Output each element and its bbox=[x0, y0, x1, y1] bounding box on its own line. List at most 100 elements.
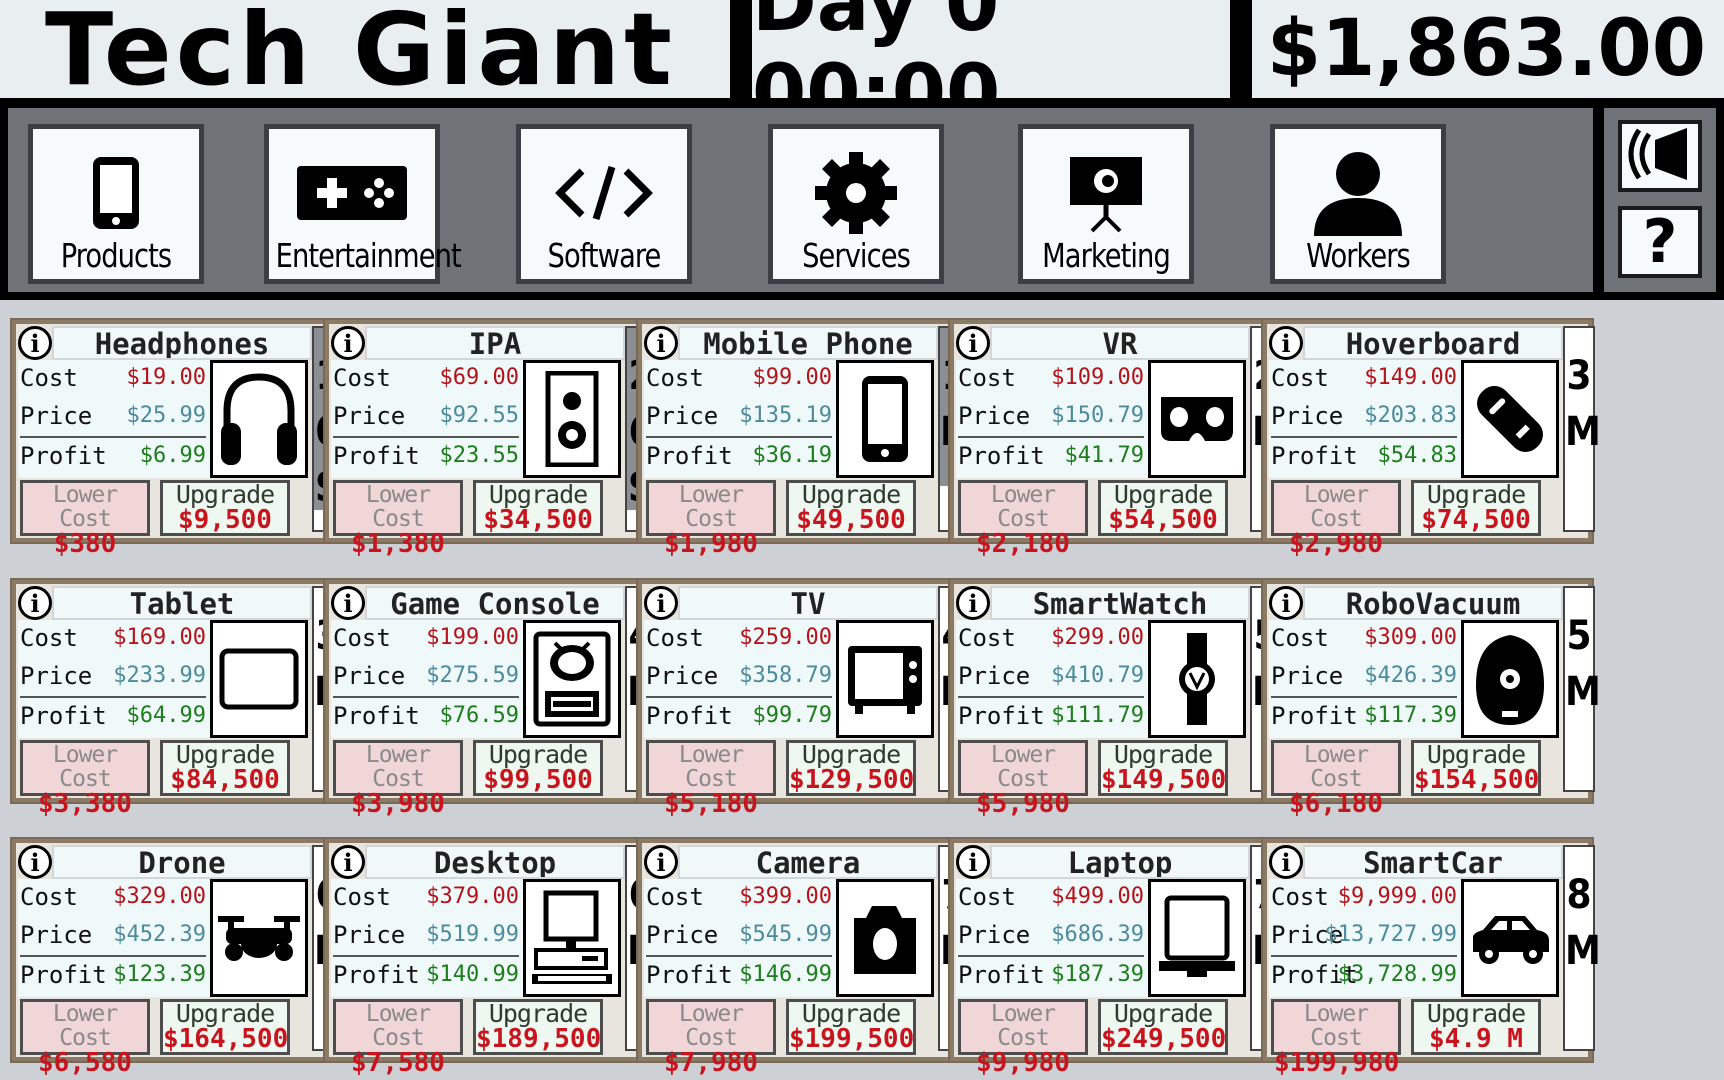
tablet-icon bbox=[210, 620, 308, 738]
info-button[interactable]: i bbox=[18, 326, 52, 360]
lower-cost-button[interactable]: Lower Cost $3,380 bbox=[20, 740, 150, 817]
product-stats: Cost $499.00 Price $686.39 Profit $187.39 bbox=[956, 879, 1148, 997]
price-value: $519.99 bbox=[426, 922, 519, 947]
upgrade-button[interactable]: Upgrade $4.9 M bbox=[1411, 999, 1541, 1055]
console-icon bbox=[523, 620, 621, 738]
cost-label: Cost bbox=[958, 624, 1016, 652]
info-button[interactable]: i bbox=[1269, 845, 1303, 879]
lower-cost-label: Lower Cost bbox=[678, 482, 744, 532]
price-label: Price bbox=[958, 662, 1031, 690]
info-button[interactable]: i bbox=[956, 586, 990, 620]
lower-cost-price: $1,980 bbox=[664, 529, 758, 559]
lower-cost-button[interactable]: Lower Cost $6,180 bbox=[1271, 740, 1401, 817]
upgrade-button[interactable]: Upgrade $129,500 bbox=[786, 740, 916, 796]
price-value: $150.79 bbox=[1051, 403, 1144, 428]
upgrade-button[interactable]: Upgrade $9,500 bbox=[160, 480, 290, 536]
lower-cost-button[interactable]: Lower Cost $380 bbox=[20, 480, 150, 557]
upgrade-button[interactable]: Upgrade $249,500 bbox=[1098, 999, 1228, 1055]
upgrade-button[interactable]: Upgrade $84,500 bbox=[160, 740, 290, 796]
upgrade-button[interactable]: Upgrade $74,500 bbox=[1411, 480, 1541, 536]
product-card: i TV Cost $259.00 Price $358.79 Profit $99.… bbox=[636, 578, 976, 817]
lower-cost-button[interactable]: Lower Cost $7,580 bbox=[333, 999, 463, 1076]
cost-value: $399.00 bbox=[739, 884, 832, 909]
lower-cost-button[interactable]: Lower Cost $6,580 bbox=[20, 999, 150, 1076]
lower-cost-label: Lower Cost bbox=[1303, 742, 1369, 792]
lower-cost-label: Lower Cost bbox=[1303, 1001, 1369, 1051]
price-label: Price bbox=[1271, 662, 1344, 690]
info-button[interactable]: i bbox=[644, 326, 678, 360]
lower-cost-price: $199,980 bbox=[1274, 1048, 1400, 1078]
lower-cost-button[interactable]: Lower Cost $5,980 bbox=[958, 740, 1088, 817]
upgrade-label: Upgrade bbox=[175, 480, 275, 509]
cost-label: Cost bbox=[646, 624, 704, 652]
production-timer: 3 M bbox=[1563, 326, 1601, 532]
lower-cost-button[interactable]: Lower Cost $5,180 bbox=[646, 740, 776, 817]
lower-cost-button[interactable]: Lower Cost $199,980 bbox=[1271, 999, 1401, 1076]
info-button[interactable]: i bbox=[1269, 586, 1303, 620]
profit-value: $99.79 bbox=[752, 703, 832, 728]
price-value: $358.79 bbox=[739, 663, 832, 688]
upgrade-button[interactable]: Upgrade $54,500 bbox=[1098, 480, 1228, 536]
info-button[interactable]: i bbox=[331, 326, 365, 360]
upgrade-price: $34,500 bbox=[483, 505, 593, 535]
upgrade-label: Upgrade bbox=[175, 999, 275, 1028]
upgrade-button[interactable]: Upgrade $49,500 bbox=[786, 480, 916, 536]
lower-cost-button[interactable]: Lower Cost $1,380 bbox=[333, 480, 463, 557]
info-button[interactable]: i bbox=[18, 586, 52, 620]
upgrade-button[interactable]: Upgrade $199,500 bbox=[786, 999, 916, 1055]
sound-button[interactable] bbox=[1618, 120, 1702, 192]
info-button[interactable]: i bbox=[1269, 326, 1303, 360]
info-button[interactable]: i bbox=[956, 845, 990, 879]
tab-workers[interactable]: Workers bbox=[1270, 124, 1446, 284]
product-name: Hoverboard bbox=[1303, 326, 1563, 360]
upgrade-button[interactable]: Upgrade $164,500 bbox=[160, 999, 290, 1055]
cost-label: Cost bbox=[646, 364, 704, 392]
cost-label: Cost bbox=[1271, 883, 1329, 911]
tab-marketing[interactable]: Marketing bbox=[1018, 124, 1194, 284]
upgrade-label: Upgrade bbox=[1113, 740, 1213, 769]
info-button[interactable]: i bbox=[18, 845, 52, 879]
lower-cost-button[interactable]: Lower Cost $1,980 bbox=[646, 480, 776, 557]
tab-entertainment[interactable]: Entertainment bbox=[264, 124, 462, 284]
info-button[interactable]: i bbox=[644, 586, 678, 620]
price-value: $426.39 bbox=[1364, 663, 1457, 688]
upgrade-button[interactable]: Upgrade $99,500 bbox=[473, 740, 603, 796]
tv-icon bbox=[836, 620, 934, 738]
info-button[interactable]: i bbox=[956, 326, 990, 360]
lower-cost-label: Lower Cost bbox=[365, 742, 431, 792]
lower-cost-price: $2,180 bbox=[976, 529, 1070, 559]
info-button[interactable]: i bbox=[644, 845, 678, 879]
upgrade-button[interactable]: Upgrade $149,500 bbox=[1098, 740, 1228, 796]
upgrade-price: $249,500 bbox=[1101, 1024, 1227, 1054]
cost-value: $99.00 bbox=[752, 365, 832, 390]
price-label: Price bbox=[646, 921, 719, 949]
lower-cost-button[interactable]: Lower Cost $9,980 bbox=[958, 999, 1088, 1076]
upgrade-button[interactable]: Upgrade $34,500 bbox=[473, 480, 603, 536]
product-name: Drone bbox=[52, 845, 312, 879]
product-stats: Cost $379.00 Price $519.99 Profit $140.99 bbox=[331, 879, 523, 997]
upgrade-button[interactable]: Upgrade $189,500 bbox=[473, 999, 603, 1055]
upgrade-label: Upgrade bbox=[488, 480, 588, 509]
tab-services[interactable]: Services bbox=[768, 124, 944, 284]
price-label: Price bbox=[20, 921, 93, 949]
upgrade-price: $49,500 bbox=[796, 505, 906, 535]
lower-cost-button[interactable]: Lower Cost $7,980 bbox=[646, 999, 776, 1076]
help-button[interactable]: ? bbox=[1618, 206, 1702, 278]
lower-cost-button[interactable]: Lower Cost $2,180 bbox=[958, 480, 1088, 557]
lower-cost-button[interactable]: Lower Cost $2,980 bbox=[1271, 480, 1401, 557]
upgrade-price: $199,500 bbox=[789, 1024, 915, 1054]
lower-cost-button[interactable]: Lower Cost $3,980 bbox=[333, 740, 463, 817]
tab-products[interactable]: Products bbox=[28, 124, 204, 284]
tab-software[interactable]: Software bbox=[516, 124, 692, 284]
profit-value: $6.99 bbox=[139, 443, 206, 468]
info-button[interactable]: i bbox=[331, 586, 365, 620]
product-name: SmartWatch bbox=[990, 586, 1250, 620]
lower-cost-label: Lower Cost bbox=[990, 1001, 1056, 1051]
upgrade-button[interactable]: Upgrade $154,500 bbox=[1411, 740, 1541, 796]
product-card: i Hoverboard Cost $149.00 Price $203.83 Pr… bbox=[1261, 318, 1601, 557]
lower-cost-price: $3,980 bbox=[351, 789, 445, 819]
cost-value: $499.00 bbox=[1051, 884, 1144, 909]
lower-cost-price: $1,380 bbox=[351, 529, 445, 559]
lower-cost-price: $380 bbox=[53, 529, 117, 559]
info-button[interactable]: i bbox=[331, 845, 365, 879]
